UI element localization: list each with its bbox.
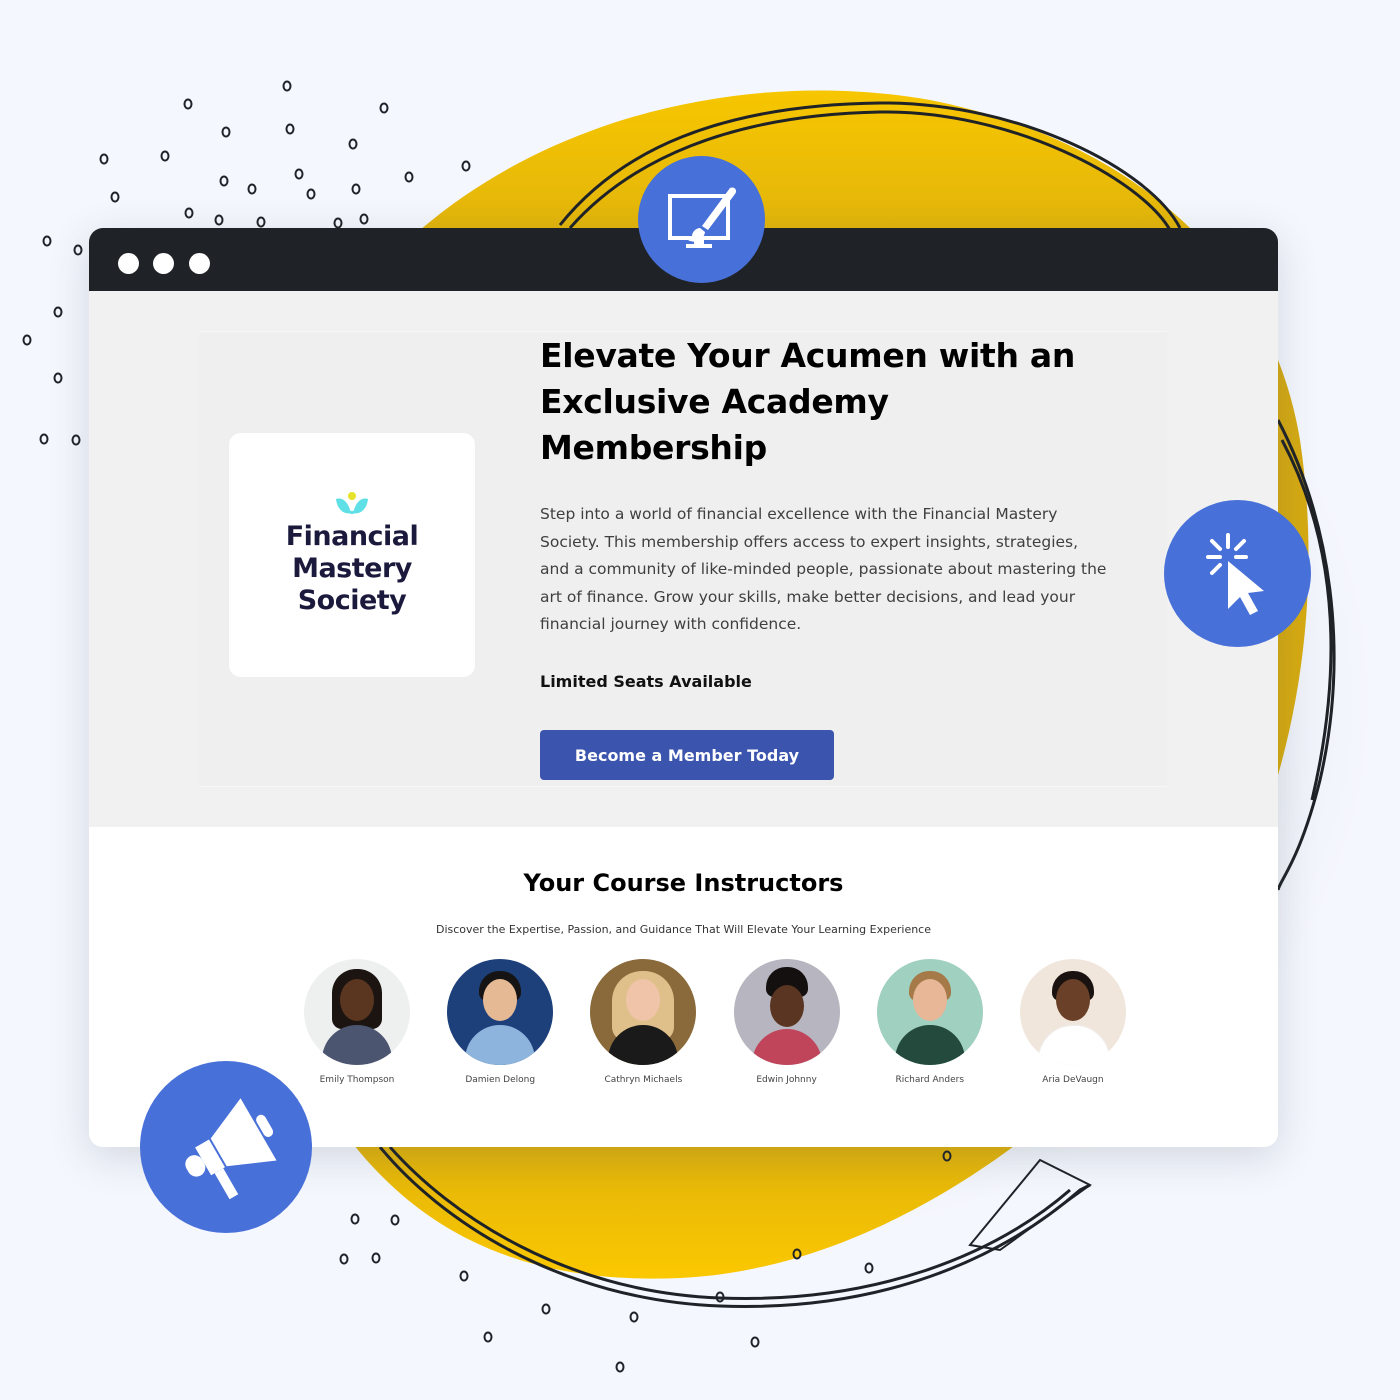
window-control-dot[interactable]	[153, 253, 174, 274]
instructor-name: Emily Thompson	[319, 1075, 395, 1085]
instructor-avatar	[590, 959, 697, 1065]
logo-card: Financial Mastery Society	[229, 433, 475, 677]
instructor-card[interactable]: Emily Thompson	[304, 959, 410, 1085]
instructor-avatar	[447, 959, 554, 1065]
window-control-dot[interactable]	[189, 253, 210, 274]
instructors-title: Your Course Instructors	[523, 869, 844, 897]
instructor-avatar	[876, 959, 983, 1065]
hero-description: Step into a world of financial excellenc…	[540, 505, 1107, 634]
marketing-badge	[140, 1061, 312, 1233]
instructor-avatar	[1019, 959, 1126, 1065]
monitor-paintbrush-icon	[667, 186, 736, 248]
instructor-card[interactable]: Cathryn Michaels	[590, 959, 697, 1085]
hero-headline: Elevate Your Acumen with an Exclusive Ac…	[540, 336, 1076, 467]
instructor-avatar	[733, 959, 840, 1065]
click-badge	[1164, 500, 1311, 647]
instructor-name: Richard Anders	[895, 1075, 965, 1085]
instructor-name: Damien Delong	[465, 1075, 536, 1085]
logo-line: Society	[297, 585, 407, 616]
megaphone-icon	[185, 1098, 277, 1200]
instructor-avatar	[304, 959, 410, 1065]
instructors-subtitle: Discover the Expertise, Passion, and Gui…	[435, 923, 932, 936]
availability-note: Limited Seats Available	[540, 672, 752, 691]
instructor-name: Aria DeVaugn	[1042, 1075, 1104, 1085]
instructor-card[interactable]: Damien Delong	[447, 959, 554, 1085]
membership-hero: Financial Mastery Society Elevate Your A…	[89, 291, 1278, 827]
design-badge	[638, 156, 765, 283]
logo-line: Mastery	[292, 553, 412, 584]
browser-window: Financial Mastery Society Elevate Your A…	[89, 228, 1278, 1147]
instructor-list: Emily Thompson Damien Delong Cathryn Mic…	[304, 959, 1126, 1085]
cursor-click-icon	[1205, 532, 1264, 615]
instructor-card[interactable]: Edwin Johnny	[733, 959, 840, 1085]
instructor-card[interactable]: Richard Anders	[876, 959, 983, 1085]
instructor-name: Cathryn Michaels	[604, 1075, 683, 1085]
window-control-dot[interactable]	[118, 253, 139, 274]
logo-wordmark: Financial Mastery Society	[229, 521, 475, 617]
instructor-card[interactable]: Aria DeVaugn	[1019, 959, 1126, 1085]
logo-line: Financial	[285, 521, 419, 552]
sprout-logo-icon	[336, 492, 368, 514]
instructor-name: Edwin Johnny	[756, 1075, 817, 1085]
become-member-button[interactable]: Become a Member Today	[540, 730, 834, 780]
